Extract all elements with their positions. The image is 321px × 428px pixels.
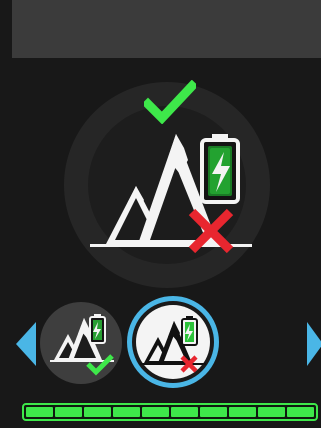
progress-segment bbox=[229, 407, 256, 417]
top-bar bbox=[12, 0, 321, 58]
progress-segment bbox=[171, 407, 198, 417]
option-check[interactable] bbox=[40, 302, 122, 384]
option-cross[interactable] bbox=[127, 296, 219, 388]
progress-bar bbox=[22, 403, 318, 421]
progress-segment bbox=[258, 407, 285, 417]
progress-segment bbox=[55, 407, 82, 417]
main-preview bbox=[90, 134, 252, 254]
battery-charging-icon bbox=[200, 134, 240, 204]
progress-segment bbox=[84, 407, 111, 417]
progress-segment bbox=[200, 407, 227, 417]
battery-charging-icon bbox=[181, 316, 198, 346]
progress-segment bbox=[142, 407, 169, 417]
next-arrow-icon[interactable] bbox=[307, 322, 321, 366]
progress-segment bbox=[26, 407, 53, 417]
battery-charging-icon bbox=[89, 314, 106, 344]
progress-segment bbox=[287, 407, 314, 417]
progress-segment bbox=[113, 407, 140, 417]
previous-arrow-icon[interactable] bbox=[16, 322, 36, 366]
screen bbox=[0, 0, 321, 428]
check-icon bbox=[144, 80, 196, 124]
